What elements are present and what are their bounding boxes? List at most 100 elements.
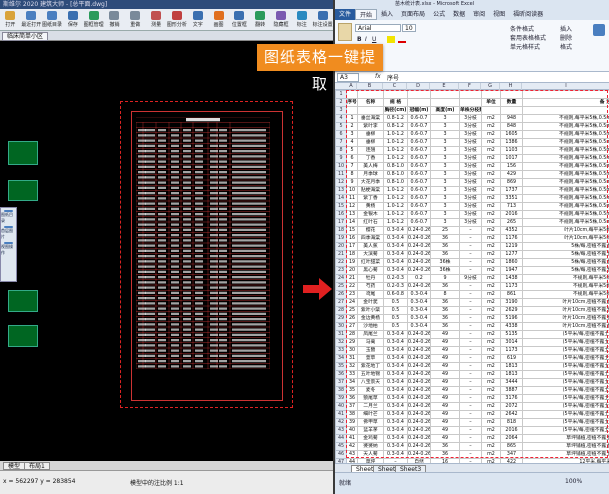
tab-4[interactable]: 公式 [429,9,449,20]
row-header[interactable]: 16 [335,210,347,219]
annotation-scale[interactable]: 模型中的注比例 1:1 [130,478,184,487]
row-header[interactable]: 35 [335,362,347,371]
column-header[interactable]: D [407,83,430,90]
ribbon-button-save[interactable]: 保存 [62,9,83,31]
drawing-thumbnail[interactable] [8,141,38,165]
ribbon-button-analysis[interactable]: 图形分析 [167,9,188,31]
row-header[interactable]: 3 [335,106,347,115]
row-header[interactable]: 29 [335,314,347,323]
ribbon-button-measure[interactable]: 测量 [146,9,167,31]
row-header[interactable]: 19 [335,234,347,243]
row-header[interactable]: 44 [335,434,347,443]
ribbon-button-undo[interactable]: 撤销 [104,9,125,31]
row-header[interactable]: 18 [335,226,347,235]
row-header[interactable]: 30 [335,322,347,331]
row-header[interactable]: 4 [335,114,347,123]
tab-7[interactable]: 视图 [489,9,509,20]
row-header[interactable]: 12 [335,178,347,187]
side-panel-item[interactable]: 视图操作 [1,242,16,256]
ribbon-button-catalog[interactable]: 图纸目录 [42,9,63,31]
ribbon-button-position[interactable]: 位置框 [229,9,250,31]
formula-input[interactable]: 序号 [387,73,399,82]
underline-button[interactable]: U [372,36,376,43]
cell-style-button[interactable]: 单元格样式 [510,42,540,51]
zoom-level[interactable]: 100% [565,478,582,485]
tab-2[interactable]: 插入 [377,9,397,20]
row-header[interactable]: 9 [335,154,347,163]
delete-button[interactable]: 删除 [560,33,572,42]
row-header[interactable]: 6 [335,130,347,139]
row-header[interactable]: 2 [335,98,347,107]
tab-8[interactable]: 福昕阅读器 [509,9,547,20]
ribbon-button-dimension[interactable]: 标注 [291,9,312,31]
font-color-icon[interactable] [398,36,406,43]
row-header[interactable]: 26 [335,290,347,299]
ribbon-button-draw[interactable]: 画图 [208,9,229,31]
ribbon-button-recent[interactable]: 最近打开 [21,9,42,31]
row-header[interactable]: 24 [335,274,347,283]
bold-button[interactable]: B [357,36,362,43]
conditional-format-button[interactable]: 条件格式 [510,24,534,33]
insert-button[interactable]: 插入 [560,24,572,33]
row-header[interactable]: 31 [335,330,347,339]
row-header[interactable]: 38 [335,386,347,395]
row-header[interactable]: 46 [335,450,347,459]
row-header[interactable]: 32 [335,338,347,347]
drawing-thumbnail[interactable] [8,290,38,312]
column-header[interactable]: G [481,83,500,90]
row-header[interactable]: 40 [335,402,347,411]
drawing-thumbnail[interactable] [8,180,38,201]
column-header[interactable]: B [357,83,383,90]
paste-icon[interactable] [338,23,352,41]
row-header[interactable]: 13 [335,186,347,195]
row-header[interactable]: 5 [335,122,347,131]
tab-3[interactable]: 页面布局 [397,9,429,20]
row-header[interactable]: 42 [335,418,347,427]
row-header[interactable]: 28 [335,306,347,315]
ribbon-button-redo[interactable]: 重做 [125,9,146,31]
tab-layout[interactable]: 布局1 [24,462,50,470]
row-header[interactable]: 27 [335,298,347,307]
row-header[interactable]: 20 [335,242,347,251]
row-header[interactable]: 7 [335,138,347,147]
cad-table-drawing[interactable] [136,117,270,369]
column-header[interactable]: I [522,83,609,90]
row-header[interactable]: 45 [335,442,347,451]
fill-color-icon[interactable] [387,36,395,43]
tab-6[interactable]: 审阅 [469,9,489,20]
font-name-select[interactable]: Arial [355,24,401,32]
font-size-select[interactable]: 10 [402,24,416,32]
ribbon-button-folder[interactable]: 打开 [0,9,21,31]
row-header[interactable]: 8 [335,146,347,155]
cad-doc-tab[interactable]: 临床简单小区 [2,32,49,41]
row-header[interactable]: 21 [335,250,347,259]
fx-icon[interactable]: fx [375,73,381,80]
column-header[interactable]: C [383,83,407,90]
side-panel-item[interactable]: 图纸目录 [1,210,16,224]
tab-5[interactable]: 数据 [449,9,469,20]
row-header[interactable]: 14 [335,194,347,203]
tab-1[interactable]: 开始 [355,9,378,20]
tab-0[interactable]: 文件 [335,9,356,20]
row-header[interactable]: 1 [335,90,347,99]
format-button[interactable]: 格式 [560,42,572,51]
row-header[interactable]: 25 [335,282,347,291]
row-header[interactable]: 10 [335,162,347,171]
tab-model[interactable]: 模型 [3,462,26,470]
row-header[interactable]: 37 [335,378,347,387]
row-header[interactable]: 15 [335,202,347,211]
row-header[interactable]: 23 [335,266,347,275]
column-header[interactable]: E [430,83,459,90]
ribbon-button-hide[interactable]: 隐藏框 [271,9,292,31]
row-header[interactable]: 11 [335,170,347,179]
row-header[interactable]: 36 [335,370,347,379]
italic-button[interactable]: I [365,36,367,43]
row-header[interactable]: 33 [335,346,347,355]
ribbon-button-flip[interactable]: 翻转 [250,9,271,31]
row-header[interactable]: 43 [335,426,347,435]
drawing-thumbnail[interactable] [8,325,38,347]
column-header[interactable]: H [500,83,522,90]
row-header[interactable]: 17 [335,218,347,227]
row-header[interactable]: 34 [335,354,347,363]
side-panel-item[interactable]: 首层图片 [1,226,16,240]
